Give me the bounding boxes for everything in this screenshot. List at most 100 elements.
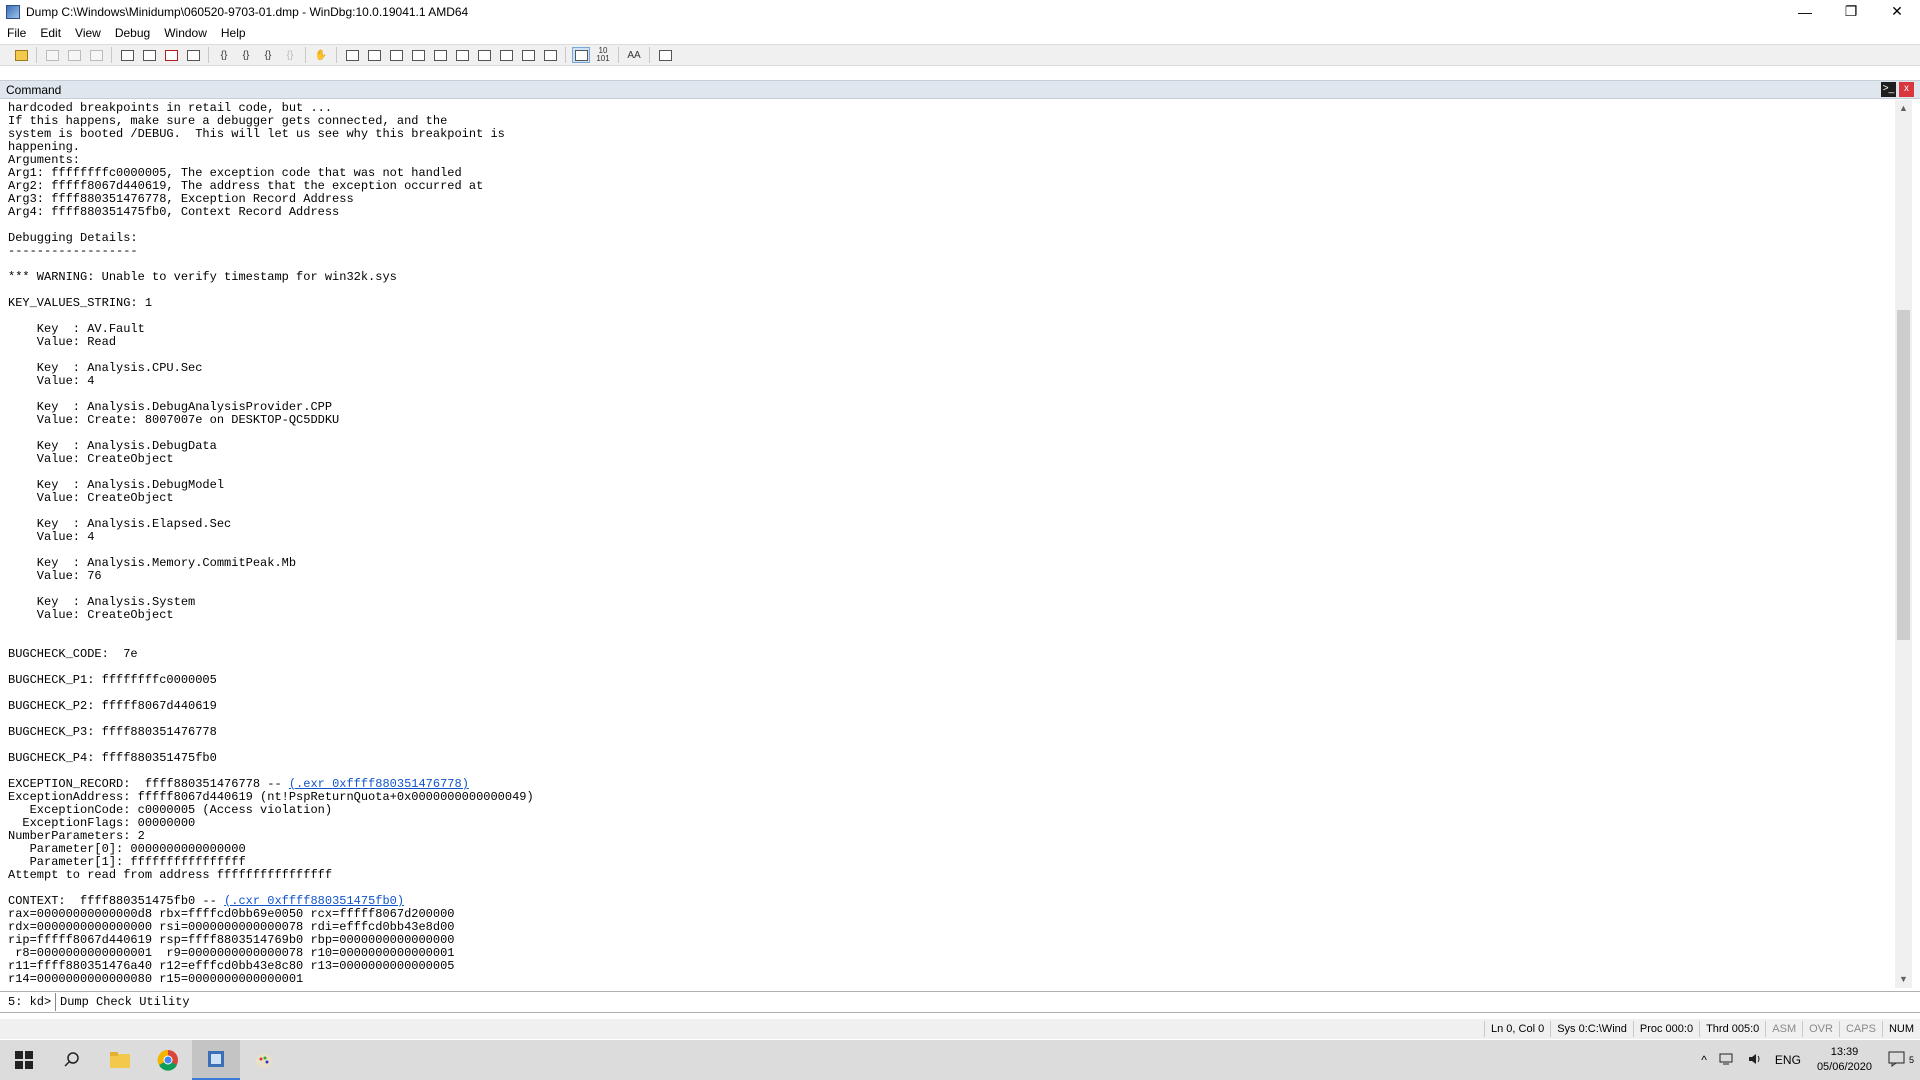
insert-breakpoint-icon[interactable]: ✋ — [312, 47, 330, 63]
menu-file[interactable]: File — [0, 23, 33, 43]
step-out-icon[interactable]: {} — [259, 47, 277, 63]
source-mode-icon[interactable] — [572, 47, 590, 63]
paint-icon[interactable] — [240, 1040, 288, 1080]
close-pane-icon[interactable]: x — [1899, 82, 1914, 97]
notifications-icon[interactable]: 5 — [1882, 1051, 1920, 1070]
output-line-text: EXCEPTION_RECORD: ffff880351476778 -- — [8, 777, 289, 791]
restart-icon[interactable] — [140, 47, 158, 63]
step-into-icon[interactable]: {} — [215, 47, 233, 63]
minimize-button[interactable]: — — [1782, 0, 1828, 23]
output-line-text: ExceptionAddress: fffff8067d440619 (nt!P… — [8, 790, 534, 804]
output-line-text: r11=ffff880351476a40 r12=efffcd0bb43e8c8… — [8, 959, 455, 973]
output-line-text: rdx=0000000000000000 rsi=000000000000007… — [8, 920, 455, 934]
menu-view[interactable]: View — [68, 23, 108, 43]
search-icon[interactable] — [48, 1040, 96, 1080]
notification-count-badge: 5 — [1908, 1054, 1914, 1065]
scratch-pad-icon[interactable] — [497, 47, 515, 63]
maximize-button[interactable]: ❐ — [1828, 0, 1874, 23]
output-line-text: happening. — [8, 140, 81, 154]
output-dml-link[interactable]: (.cxr 0xffff880351475fb0) — [224, 894, 404, 908]
output-line: BUGCHECK_P1: ffffffffc0000005 — [8, 674, 1888, 687]
paste-icon[interactable] — [87, 47, 105, 63]
windbg-app-icon — [6, 4, 20, 19]
output-line-text: Arg4: ffff880351475fb0, Context Record A… — [8, 205, 340, 219]
windbg-icon[interactable] — [192, 1040, 240, 1080]
clock[interactable]: 13:39 05/06/2020 — [1807, 1045, 1882, 1075]
output-line-text: Key : Analysis.DebugData — [8, 439, 217, 453]
output-line: Key : Analysis.System — [8, 596, 1888, 609]
step-over-icon[interactable]: {} — [237, 47, 255, 63]
file-explorer-icon[interactable] — [96, 1040, 144, 1080]
output-line-text: BUGCHECK_P2: fffff8067d440619 — [8, 699, 217, 713]
hex-mode-icon[interactable]: 10 101 — [594, 47, 612, 63]
open-icon[interactable] — [12, 47, 30, 63]
output-line-text: Value: CreateObject — [8, 452, 174, 466]
disassembly-window-icon[interactable] — [475, 47, 493, 63]
output-line-text: CONTEXT: ffff880351475fb0 -- — [8, 894, 225, 908]
output-line-text: Value: CreateObject — [8, 491, 174, 505]
volume-icon[interactable] — [1741, 1052, 1769, 1069]
output-line: ExceptionCode: c0000005 (Access violatio… — [8, 804, 1888, 817]
output-line-text: Attempt to read from address fffffffffff… — [8, 868, 333, 882]
memory-window-icon[interactable] — [431, 47, 449, 63]
output-line-text: Parameter[1]: ffffffffffffffff — [8, 855, 246, 869]
font-icon[interactable]: AA — [625, 47, 643, 63]
command-output: hardcoded breakpoints in retail code, bu… — [8, 102, 1888, 986]
output-line: Parameter[0]: 0000000000000000 — [8, 843, 1888, 856]
menu-window[interactable]: Window — [157, 23, 214, 43]
output-line-text: system is booted /DEBUG. This will let u… — [8, 127, 505, 141]
tray-chevron-icon[interactable]: ^ — [1695, 1053, 1713, 1067]
locals-window-icon[interactable] — [387, 47, 405, 63]
output-line-text: r8=0000000000000001 r9=0000000000000078 … — [8, 946, 455, 960]
output-line-text: Key : Analysis.Elapsed.Sec — [8, 517, 232, 531]
command-input[interactable] — [56, 994, 1764, 1010]
output-scrollbar[interactable]: ▲ ▼ — [1895, 100, 1912, 988]
close-button[interactable]: ✕ — [1874, 0, 1920, 23]
menu-debug[interactable]: Debug — [108, 23, 157, 43]
output-line-text: BUGCHECK_P3: ffff880351476778 — [8, 725, 217, 739]
output-line-text: Key : Analysis.CPU.Sec — [8, 361, 203, 375]
cut-icon[interactable] — [43, 47, 61, 63]
chrome-icon[interactable] — [144, 1040, 192, 1080]
start-button[interactable] — [0, 1040, 48, 1080]
copy-icon[interactable] — [65, 47, 83, 63]
output-dml-link[interactable]: (.exr 0xffff880351476778) — [289, 777, 469, 791]
language-indicator[interactable]: ENG — [1769, 1053, 1807, 1067]
registers-window-icon[interactable] — [409, 47, 427, 63]
output-line-text: ExceptionCode: c0000005 (Access violatio… — [8, 803, 333, 817]
output-line: BUGCHECK_P2: fffff8067d440619 — [8, 700, 1888, 713]
output-line: Value: 76 — [8, 570, 1888, 583]
go-icon[interactable] — [118, 47, 136, 63]
stop-debugging-icon[interactable] — [162, 47, 180, 63]
menu-help[interactable]: Help — [214, 23, 253, 43]
network-icon[interactable] — [1713, 1052, 1741, 1069]
scroll-up-arrow-icon[interactable]: ▲ — [1895, 100, 1912, 117]
windows-logo-icon — [15, 1051, 33, 1069]
options-icon[interactable] — [656, 47, 674, 63]
call-stack-window-icon[interactable] — [453, 47, 471, 63]
command-window-title: Command — [6, 82, 62, 97]
output-line: Attempt to read from address fffffffffff… — [8, 869, 1888, 882]
toolbar: {} {} {} {} ✋ 10 101 AA — [0, 44, 1920, 66]
break-icon[interactable] — [184, 47, 202, 63]
output-line-text: BUGCHECK_CODE: 7e — [8, 647, 138, 661]
output-line: BUGCHECK_P4: ffff880351475fb0 — [8, 752, 1888, 765]
output-line-text: Parameter[0]: 0000000000000000 — [8, 842, 246, 856]
scrollbar-thumb[interactable] — [1897, 310, 1910, 640]
terminal-icon[interactable]: >_ — [1881, 82, 1896, 97]
output-line-text: *** WARNING: Unable to verify timestamp … — [8, 270, 397, 284]
command-window-icon[interactable] — [343, 47, 361, 63]
output-line-text: If this happens, make sure a debugger ge… — [8, 114, 448, 128]
menu-edit[interactable]: Edit — [33, 23, 68, 43]
scroll-down-arrow-icon[interactable]: ▼ — [1895, 971, 1912, 988]
command-window-header: Command >_ x — [0, 80, 1920, 99]
processes-threads-icon[interactable] — [519, 47, 537, 63]
status-asm: ASM — [1765, 1021, 1802, 1037]
options-window-icon[interactable] — [541, 47, 559, 63]
run-to-cursor-icon[interactable]: {} — [281, 47, 299, 63]
watch-window-icon[interactable] — [365, 47, 383, 63]
